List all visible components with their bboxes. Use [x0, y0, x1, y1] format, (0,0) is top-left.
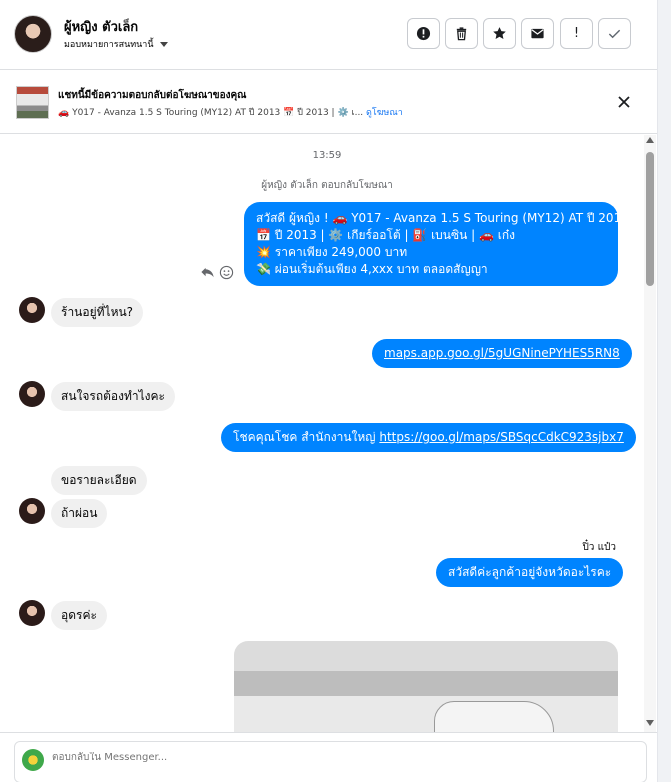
messenger-inbox-app: ผู้หญิง ตัวเล็ก มอบหมายการสนทนานี้ ! แชท…	[0, 0, 671, 782]
outgoing-message[interactable]: สวัสดีค่ะลูกค้าอยู่จังหวัดอะไรคะ	[436, 558, 624, 587]
assign-conversation-dropdown[interactable]: มอบหมายการสนทนานี้	[64, 37, 168, 51]
exclamation-icon: !	[573, 26, 580, 41]
star-button[interactable]	[483, 18, 516, 49]
contact-avatar-small	[19, 297, 45, 323]
ad-description-text: 🚗 Y017 - Avanza 1.5 S Touring (MY12) AT …	[58, 108, 364, 118]
outgoing-message-ad-reply[interactable]: สวัสดี ผู้หญิง ! 🚗 Y017 - Avanza 1.5 S T…	[244, 202, 629, 286]
incoming-message[interactable]: สนใจรถต้องทำไงคะ	[51, 382, 176, 411]
sender-name: ปิ๋ว แป๋ว	[582, 542, 616, 553]
message-thread[interactable]: 13:59 ผู้หญิง ตัวเล็ก ตอบกลับโฆษณา สวัสด…	[0, 135, 657, 732]
contact-avatar-small	[19, 381, 45, 407]
caret-down-icon	[159, 41, 168, 47]
mark-unread-button[interactable]	[521, 18, 554, 49]
ad-banner-description: 🚗 Y017 - Avanza 1.5 S Touring (MY12) AT …	[58, 105, 403, 119]
contact-name[interactable]: ผู้หญิง ตัวเล็ก	[64, 16, 138, 37]
message-text: โชคคุณโชค สำนักงานใหญ่	[233, 430, 380, 444]
incoming-message[interactable]: อุดรค่ะ	[51, 601, 107, 630]
assign-conversation-label: มอบหมายการสนทนานี้	[64, 40, 154, 50]
incoming-message[interactable]: ร้านอยู่ที่ไหน?	[51, 298, 144, 327]
close-banner-button[interactable]	[615, 93, 633, 111]
emoji-reaction-icon[interactable]	[219, 265, 234, 280]
close-icon	[618, 96, 630, 108]
message-actions	[200, 265, 234, 280]
ad-reply-line: 💸 ผ่อนเริ่มต้นเพียง 4,xxx บาท ตลอดสัญญา	[256, 262, 488, 276]
contact-avatar-small	[19, 600, 45, 626]
view-ad-link[interactable]: ดูโฆษณา	[366, 108, 403, 118]
ad-reply-line: 📅 ปี 2013 | ⚙️ เกียร์ออโต้ | ⛽ เบนซิน | …	[256, 228, 516, 242]
reply-icon[interactable]	[200, 265, 215, 280]
scrollbar-thumb[interactable]	[646, 152, 654, 286]
mark-spam-button[interactable]	[407, 18, 440, 49]
contact-avatar-small	[19, 498, 45, 524]
alert-circle-icon	[416, 26, 431, 41]
page-avatar	[22, 749, 44, 771]
message-timestamp: 13:59	[312, 150, 342, 161]
conversation-header: ผู้หญิง ตัวเล็ก มอบหมายการสนทนานี้ !	[0, 0, 657, 70]
maps-link[interactable]: https://goo.gl/maps/SBSqcCdkC923sjbx7	[379, 430, 624, 444]
trash-icon	[456, 27, 467, 41]
message-composer	[0, 732, 657, 782]
ad-reply-note: ผู้หญิง ตัวเล็ก ตอบกลับโฆษณา	[261, 180, 393, 191]
ad-reply-line: สวัสดี ผู้หญิง ! 🚗 Y017 - Avanza 1.5 S T…	[256, 211, 629, 225]
ad-thumbnail[interactable]	[16, 86, 49, 119]
reply-input[interactable]	[52, 752, 612, 763]
mail-icon	[531, 28, 544, 39]
image-attachment[interactable]	[234, 641, 618, 732]
delete-button[interactable]	[445, 18, 478, 49]
outgoing-message[interactable]: โชคคุณโชค สำนักงานใหญ่ https://goo.gl/ma…	[221, 423, 636, 452]
scroll-down-arrow-icon[interactable]	[646, 720, 654, 726]
check-icon	[608, 29, 621, 39]
right-edge-strip	[657, 0, 671, 782]
mark-done-button[interactable]	[598, 18, 631, 49]
ad-banner-title: แชทนี้มีข้อความตอบกลับต่อโฆษณาของคุณ	[58, 90, 247, 101]
incoming-message[interactable]: ขอรายละเอียด	[51, 466, 147, 495]
scroll-up-arrow-icon[interactable]	[646, 137, 654, 143]
star-icon	[493, 27, 506, 39]
incoming-message[interactable]: ถ้าผ่อน	[51, 499, 108, 528]
follow-up-button[interactable]: !	[560, 18, 593, 49]
outgoing-message[interactable]: maps.app.goo.gl/5gUGNinePYHES5RN8	[372, 339, 632, 368]
contact-avatar[interactable]	[14, 15, 52, 53]
maps-link[interactable]: maps.app.goo.gl/5gUGNinePYHES5RN8	[384, 346, 620, 360]
ad-reply-line: 💥 ราคาเพียง 249,000 บาท	[256, 245, 408, 259]
ad-reply-banner: แชทนี้มีข้อความตอบกลับต่อโฆษณาของคุณ 🚗 Y…	[0, 71, 657, 134]
car-photo	[434, 701, 554, 732]
message-scrollbar[interactable]	[644, 135, 656, 732]
